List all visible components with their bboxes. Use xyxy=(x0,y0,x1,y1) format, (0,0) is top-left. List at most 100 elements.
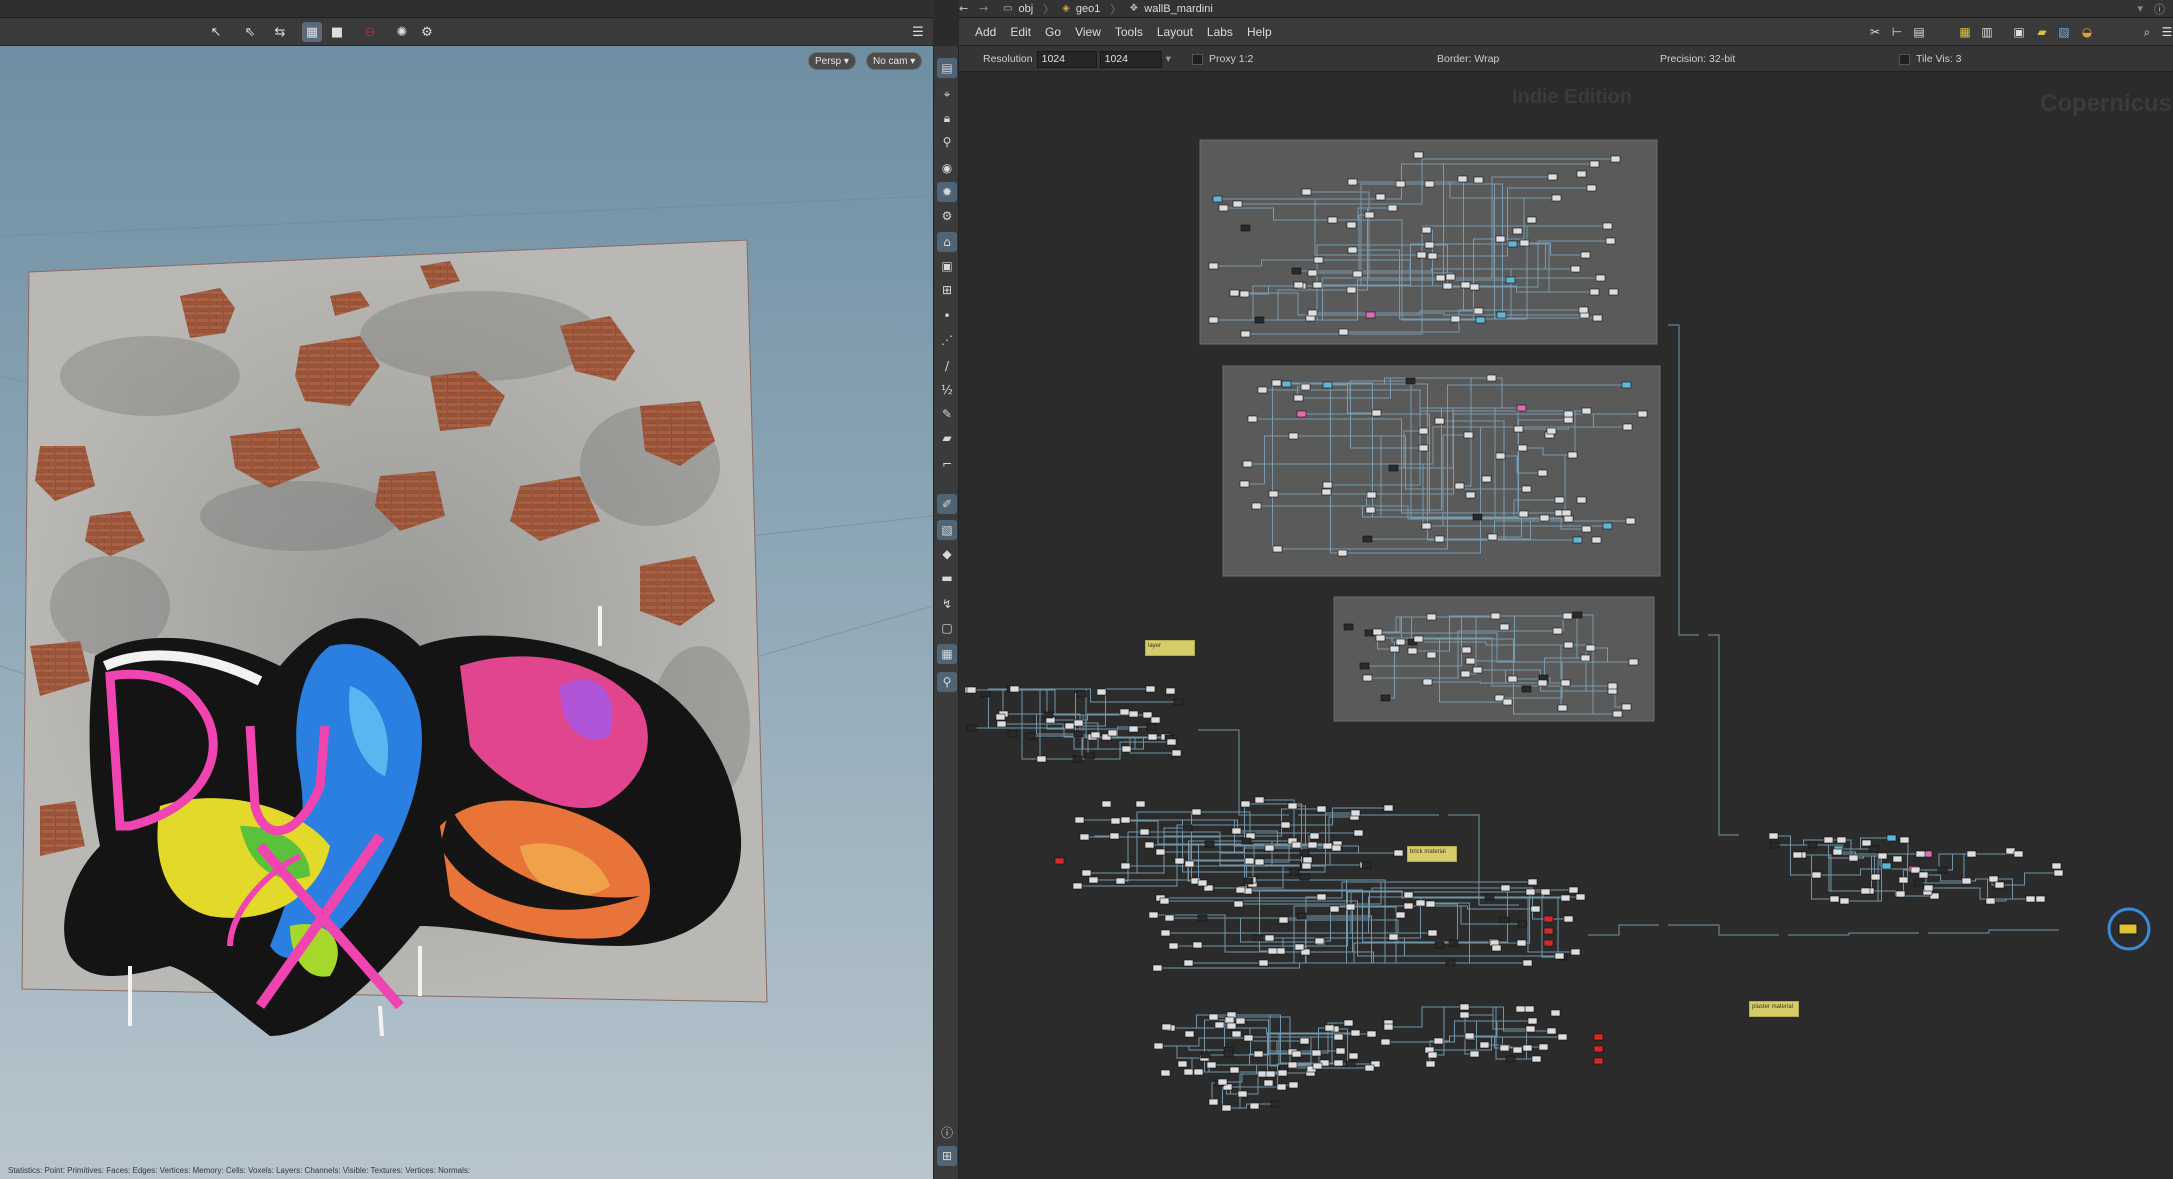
network-node xyxy=(1593,1033,1604,1041)
table-view-icon[interactable]: ▥ xyxy=(1979,24,1995,40)
node-wire xyxy=(1480,1044,1548,1048)
sticky-note[interactable]: brick material xyxy=(1407,846,1457,862)
path-crumb-obj[interactable]: ▭ obj xyxy=(997,0,1041,18)
ruler-icon[interactable]: ⌐ xyxy=(937,454,957,474)
node-wire xyxy=(1073,824,1290,887)
pin-icon[interactable]: ⚲ xyxy=(937,132,957,152)
list-icon[interactable]: ▤ xyxy=(1911,24,1927,40)
network-node xyxy=(1525,888,1536,896)
visualizer-icon[interactable]: • xyxy=(937,306,957,326)
path-crumb-label: obj xyxy=(1018,2,1034,15)
network-node xyxy=(1473,307,1484,315)
hide-icon[interactable]: ▢ xyxy=(937,618,957,638)
lock-icon[interactable]: 🔒︎ xyxy=(937,108,957,128)
background-icon[interactable]: ▧ xyxy=(937,520,957,540)
ghost-icon[interactable]: ◉ xyxy=(937,158,957,178)
grid-icon[interactable]: ⊞ xyxy=(937,280,957,300)
viewport-layout-icon[interactable]: ▤ xyxy=(937,58,957,78)
3d-viewport[interactable]: Persp ▾ No cam ▾ Statistics: Point: Prim… xyxy=(0,46,933,1179)
frame-icon[interactable]: ▣ xyxy=(937,256,957,276)
display-mode-icon[interactable]: ▦ xyxy=(302,22,322,42)
point-icon[interactable]: ⋰ xyxy=(937,330,957,350)
transform-icon[interactable]: ⇖ xyxy=(240,22,260,42)
menu-labs[interactable]: Labs xyxy=(1207,25,1233,39)
network-node xyxy=(1792,851,1803,859)
search-icon[interactable]: ⌕ xyxy=(2139,24,2155,40)
sticky-note[interactable]: layer xyxy=(1145,640,1195,656)
selection-icon[interactable]: ↯ xyxy=(937,594,957,614)
path-crumb-geo1[interactable]: ◈ geo1 xyxy=(1056,0,1108,18)
cam-select[interactable]: No cam ▾ xyxy=(866,52,923,70)
node-wire xyxy=(1668,924,1779,936)
network-node xyxy=(966,724,977,732)
res-y-field[interactable]: 1024 xyxy=(1099,50,1162,68)
proxy-checkbox[interactable] xyxy=(1192,53,1203,65)
sticky-note-icon[interactable]: ▰ xyxy=(2034,24,2050,40)
group-icon[interactable]: ▬ xyxy=(937,568,957,588)
network-node xyxy=(2053,869,2064,877)
viewport-options-icon[interactable]: ☰ xyxy=(908,22,928,42)
menu-add[interactable]: Add xyxy=(975,25,996,39)
persp-menu[interactable]: Persp ▾ xyxy=(808,52,856,70)
sculpt-icon[interactable]: ✎ xyxy=(937,404,957,424)
network-node xyxy=(1314,937,1325,945)
grid-toggle-icon[interactable]: ⊞ xyxy=(937,1146,957,1166)
palette-icon[interactable]: ◒ xyxy=(2079,24,2095,40)
network-node xyxy=(1422,678,1433,686)
display-options-icon[interactable]: ▦ xyxy=(937,644,957,664)
network-canvas[interactable]: Indie Edition Copernicus layer brick mat… xyxy=(959,72,2173,1179)
wire-icon[interactable]: ▰ xyxy=(937,428,957,448)
tool-icon[interactable]: ◆ xyxy=(937,544,957,564)
network-node xyxy=(1595,274,1606,282)
wrench-icon[interactable]: ✂ xyxy=(1867,24,1883,40)
network-view-icon[interactable]: ▣ xyxy=(2011,24,2027,40)
network-node xyxy=(1546,427,1557,435)
network-node xyxy=(1937,866,1948,874)
network-node xyxy=(1208,1013,1219,1021)
path-dropdown-icon[interactable]: ▾ xyxy=(2137,2,2143,15)
menu-layout[interactable]: Layout xyxy=(1157,25,1193,39)
select-icon[interactable]: ↖ xyxy=(206,22,226,42)
lighting-icon[interactable]: ✹ xyxy=(937,182,957,202)
background-image-icon[interactable]: ▧ xyxy=(2056,24,2072,40)
network-node xyxy=(1173,698,1184,706)
menu-help[interactable]: Help xyxy=(1247,25,1272,39)
network-node xyxy=(1886,834,1897,842)
info-icon[interactable]: ⓘ xyxy=(937,1122,957,1142)
path-crumb-wallb[interactable]: ❖ wallB_mardini xyxy=(1123,0,1220,18)
forward-arrow-icon[interactable]: → xyxy=(979,2,997,15)
handle-icon[interactable]: ⌖ xyxy=(937,84,957,104)
resolution-dropdown-icon[interactable]: ▾ xyxy=(1166,53,1171,65)
home-icon[interactable]: ⌂ xyxy=(937,232,957,252)
network-node xyxy=(1293,281,1304,289)
light-icon[interactable]: ✺ xyxy=(392,22,412,42)
menu-view[interactable]: View xyxy=(1075,25,1101,39)
tilevis-param[interactable]: Tile Vis: 3 xyxy=(1899,46,1962,72)
proxy-param[interactable]: Proxy 1:2 xyxy=(1192,46,1253,72)
grid-view-icon[interactable]: ▦ xyxy=(1957,24,1973,40)
sticky-note[interactable]: plaster material xyxy=(1749,1001,1799,1017)
camera-icon[interactable]: ⚙ xyxy=(937,206,957,226)
disabled-icon[interactable]: ⊖ xyxy=(360,22,380,42)
border-param[interactable]: Border: Wrap xyxy=(1437,46,1499,72)
tree-icon[interactable]: ⊢ xyxy=(1889,24,1905,40)
network-node xyxy=(1299,873,1310,881)
help-icon[interactable]: ⓘ xyxy=(2154,1,2165,17)
camera-mode-icon[interactable]: ■ xyxy=(327,22,347,42)
measure-icon[interactable]: ½ xyxy=(937,380,957,400)
network-node xyxy=(1309,832,1320,840)
menu-tools[interactable]: Tools xyxy=(1115,25,1143,39)
snapshot-icon[interactable]: ✐ xyxy=(937,494,957,514)
back-arrow-icon[interactable]: ← xyxy=(959,2,969,15)
edge-icon[interactable]: / xyxy=(937,356,957,376)
settings-icon[interactable]: ⚙ xyxy=(417,22,437,42)
menu-edit[interactable]: Edit xyxy=(1010,25,1031,39)
res-x-field[interactable]: 1024 xyxy=(1036,50,1097,68)
tilevis-checkbox[interactable] xyxy=(1899,53,1910,65)
precision-param[interactable]: Precision: 32-bit xyxy=(1660,46,1735,72)
marker-icon[interactable]: ⚲ xyxy=(937,672,957,692)
network-node xyxy=(1522,1044,1533,1052)
network-options-icon[interactable]: ☰ xyxy=(2159,24,2173,40)
snap-icon[interactable]: ⇆ xyxy=(270,22,290,42)
menu-go[interactable]: Go xyxy=(1045,25,1061,39)
